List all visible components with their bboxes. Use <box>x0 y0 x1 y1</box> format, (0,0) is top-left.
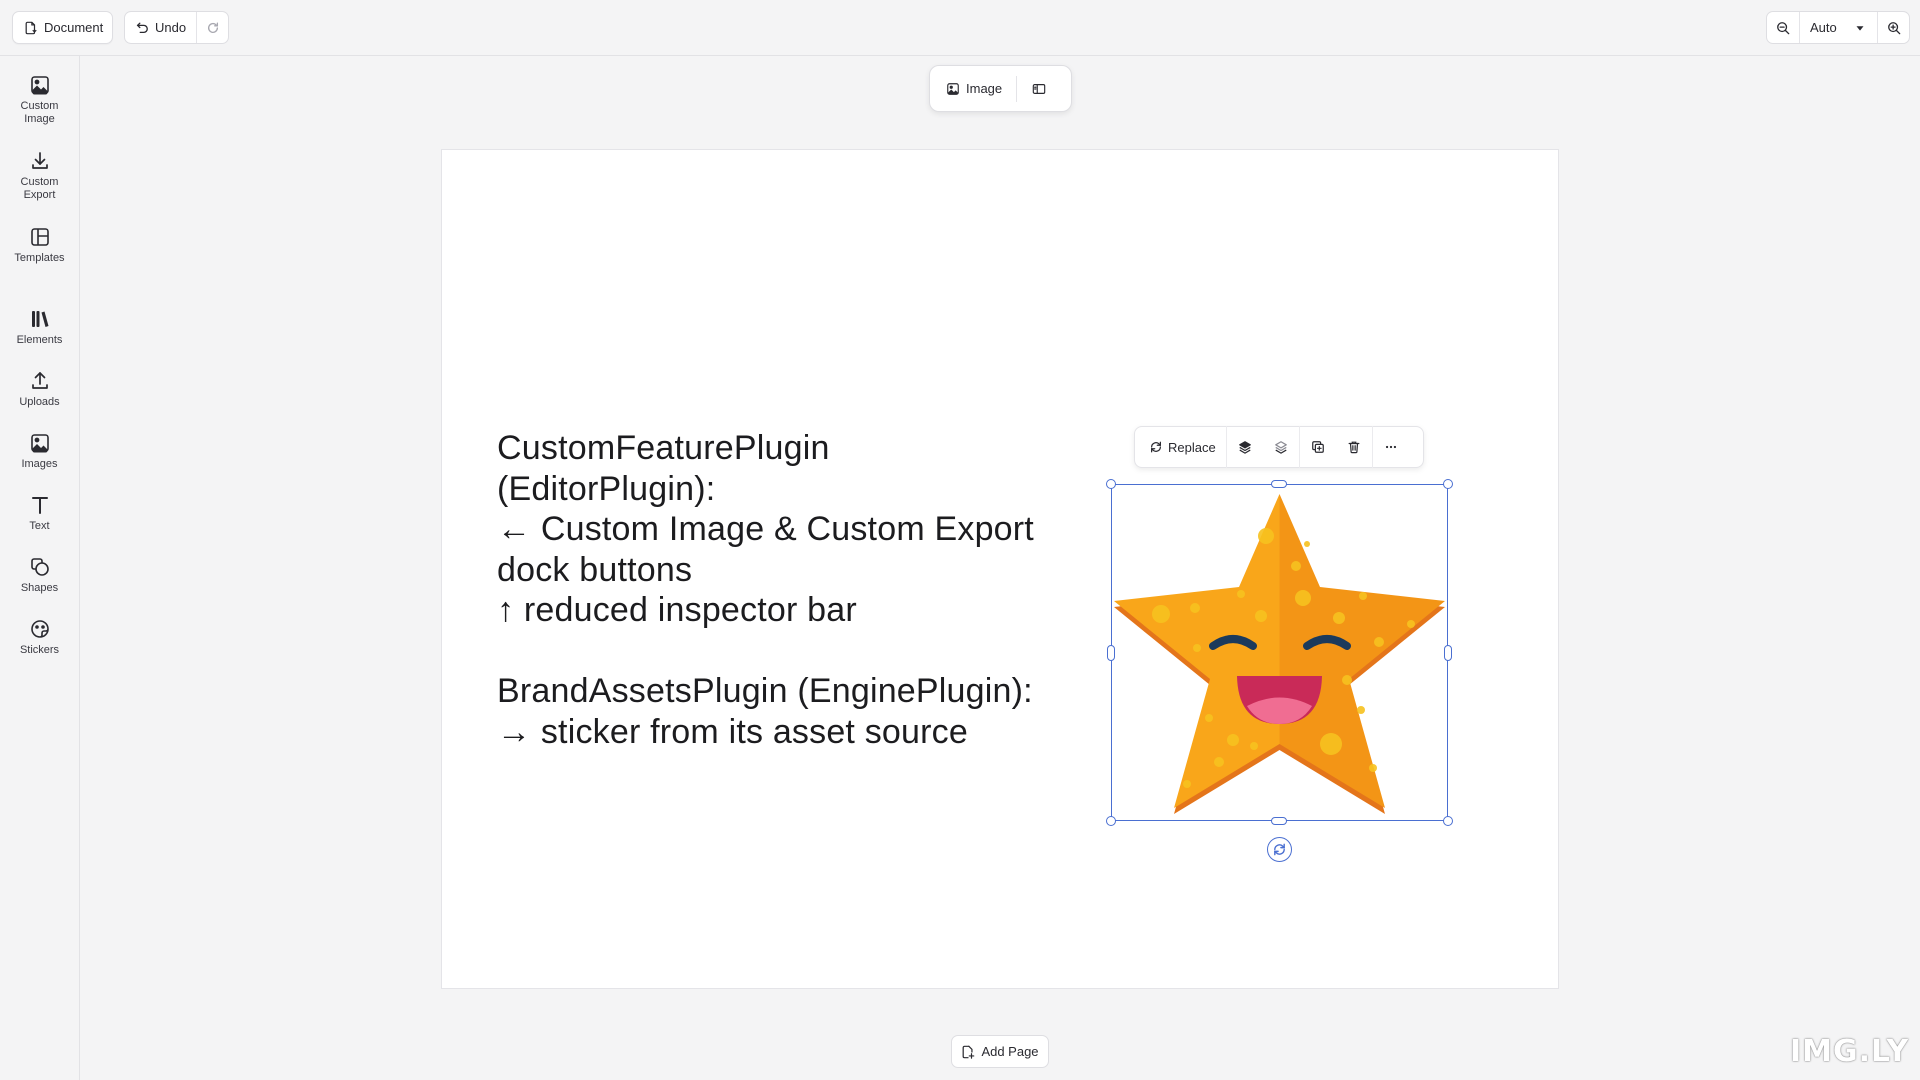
add-page-button[interactable]: Add Page <box>951 1035 1049 1068</box>
undo-icon <box>135 21 149 35</box>
zoom-in-button[interactable] <box>1877 12 1909 43</box>
text-line: BrandAssetsPlugin (EnginePlugin): <box>497 672 1033 710</box>
toggle-panel-button[interactable] <box>1021 73 1057 105</box>
resize-handle-right[interactable] <box>1444 645 1452 661</box>
dock-item-label: Templates <box>14 252 65 264</box>
text-line: (EditorPlugin): <box>497 469 716 508</box>
text-line: ↑ reduced inspector bar <box>497 591 857 629</box>
dock-item-custom-export[interactable]: Custom Export <box>4 150 75 202</box>
image-icon <box>29 74 51 96</box>
bring-forward-icon <box>1238 440 1252 454</box>
dock-item-label: Stickers <box>19 644 60 656</box>
text-block[interactable]: CustomFeaturePlugin (EditorPlugin): ← Cu… <box>497 428 1057 752</box>
image-inspector-button[interactable]: Image <box>936 73 1012 105</box>
undo-redo-group: Undo <box>124 11 229 44</box>
star-sticker[interactable] <box>1111 484 1448 821</box>
rotate-icon <box>1272 842 1287 857</box>
resize-handle-left[interactable] <box>1107 645 1115 661</box>
shapes-icon <box>29 556 51 578</box>
duplicate-icon <box>1311 440 1325 454</box>
panel-icon <box>1032 82 1046 96</box>
upload-icon <box>29 370 51 392</box>
duplicate-button[interactable] <box>1300 431 1336 463</box>
library-icon <box>29 308 51 330</box>
dock-item-label: Shapes <box>20 582 59 594</box>
resize-handle-bottom-left[interactable] <box>1106 816 1116 826</box>
star-icon <box>1114 494 1445 814</box>
separator <box>1016 75 1018 102</box>
replace-label: Replace <box>1168 439 1216 455</box>
redo-button[interactable] <box>196 12 228 43</box>
more-options-button[interactable] <box>1373 431 1409 463</box>
trash-icon <box>1347 440 1361 454</box>
document-button[interactable]: Document <box>12 11 113 44</box>
image-icon <box>29 432 51 454</box>
dock-item-templates[interactable]: Templates <box>4 226 75 265</box>
zoom-control: Auto <box>1766 11 1910 44</box>
dock-item-shapes[interactable]: Shapes <box>4 556 75 595</box>
dock-item-uploads[interactable]: Uploads <box>4 370 75 409</box>
undo-button[interactable]: Undo <box>125 12 196 43</box>
dock-item-stickers[interactable]: Stickers <box>4 618 75 657</box>
resize-handle-top[interactable] <box>1271 480 1287 488</box>
undo-label: Undo <box>155 20 187 35</box>
zoom-out-button[interactable] <box>1767 12 1799 43</box>
replace-icon <box>1149 440 1163 454</box>
zoom-select[interactable]: Auto <box>1799 12 1877 43</box>
resize-handle-bottom[interactable] <box>1271 817 1287 825</box>
redo-icon <box>206 21 220 35</box>
text-line: dock buttons <box>497 550 693 589</box>
bring-forward-button[interactable] <box>1227 431 1263 463</box>
download-icon <box>29 150 51 172</box>
document-label: Document <box>44 20 104 35</box>
image-inspector-label: Image <box>966 81 1003 96</box>
dock-item-text[interactable]: Text <box>4 494 75 533</box>
text-line: → sticker from its asset source <box>497 712 968 751</box>
add-page-label: Add Page <box>981 1044 1039 1059</box>
template-icon <box>29 226 51 248</box>
top-bar: Document Undo Auto <box>0 0 1920 56</box>
image-icon <box>946 82 960 96</box>
dock-item-label: Uploads <box>19 396 60 408</box>
text-icon <box>29 494 51 516</box>
sticker-icon <box>29 618 51 640</box>
dock-item-label: Elements <box>16 334 63 346</box>
add-page-icon <box>961 1045 975 1059</box>
block-context-bar: Replace <box>1134 426 1424 468</box>
dock-item-elements[interactable]: Elements <box>4 308 75 347</box>
text-line: ← Custom Image & Custom Export <box>497 510 1034 548</box>
resize-handle-top-left[interactable] <box>1106 479 1116 489</box>
dock-item-images[interactable]: Images <box>4 432 75 471</box>
inspector-bar: Image <box>929 65 1072 112</box>
img-ly-watermark: IMG.LY <box>1790 1034 1910 1069</box>
rotate-handle[interactable] <box>1267 837 1292 862</box>
text-line: CustomFeaturePlugin <box>497 429 830 467</box>
resize-handle-top-right[interactable] <box>1443 479 1453 489</box>
delete-button[interactable] <box>1336 431 1372 463</box>
resize-handle-bottom-right[interactable] <box>1443 816 1453 826</box>
zoom-in-icon <box>1887 21 1901 35</box>
replace-button[interactable]: Replace <box>1139 431 1226 463</box>
dock-item-label: Text <box>29 520 50 532</box>
dock-item-custom-image[interactable]: Custom Image <box>4 74 75 126</box>
zoom-value: Auto <box>1810 20 1837 35</box>
send-backward-icon <box>1274 440 1288 454</box>
dock-item-label: Custom Export <box>20 176 59 201</box>
chevron-down-icon <box>1853 21 1867 35</box>
dock-item-label: Images <box>21 458 58 470</box>
document-icon <box>24 21 38 35</box>
text-line <box>497 631 1057 672</box>
more-icon <box>1384 440 1398 454</box>
send-backward-button[interactable] <box>1263 431 1299 463</box>
dock-item-label: Custom Image <box>20 100 59 125</box>
dock: Custom Image Custom Export Templates Ele… <box>0 56 80 1080</box>
zoom-out-icon <box>1776 21 1790 35</box>
